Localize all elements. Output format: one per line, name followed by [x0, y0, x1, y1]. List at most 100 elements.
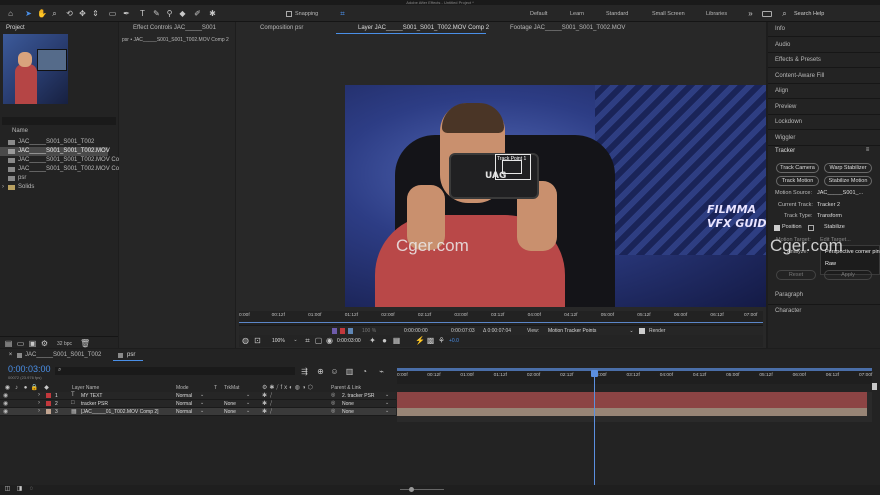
chevron-down-icon[interactable]: ⌄: [246, 400, 250, 406]
grid-icon[interactable]: ⌗: [303, 336, 312, 345]
name-column-header[interactable]: Name: [12, 128, 28, 134]
position-checkbox[interactable]: [774, 225, 780, 231]
motion-source-dropdown[interactable]: JAC_____S001_...: [817, 189, 863, 198]
reset-button[interactable]: Reset: [776, 270, 816, 280]
right-panel-item[interactable]: Effects & Presets: [775, 57, 821, 63]
effect-controls-tab[interactable]: Effect Controls JAC_____S001: [133, 25, 216, 31]
tab-footage[interactable]: Footage JAC_____S001_S001_T002.MOV: [510, 25, 625, 31]
new-composition-icon[interactable]: ▣: [28, 339, 37, 348]
layer-switches[interactable]: ✱⧸: [262, 400, 275, 408]
option-raw[interactable]: Raw: [825, 260, 836, 269]
always-preview-icon[interactable]: ◍: [241, 336, 250, 345]
layer-bar-my-text[interactable]: [397, 392, 867, 400]
workspace-standard[interactable]: Standard: [606, 11, 628, 17]
tab-composition-psr[interactable]: Composition psr: [260, 25, 303, 31]
layer-mode[interactable]: Normal: [176, 393, 192, 399]
paragraph-panel[interactable]: Paragraph: [775, 292, 803, 298]
list-item[interactable]: psr: [0, 174, 118, 183]
workspace-default[interactable]: Default: [530, 11, 547, 17]
layer-switches[interactable]: ✱⧸: [262, 408, 275, 416]
mask-icon[interactable]: ▢: [314, 336, 323, 345]
selection-tool-icon[interactable]: ➤: [24, 9, 33, 18]
delete-icon[interactable]: 🗑: [80, 339, 90, 348]
zoom-slider[interactable]: [400, 489, 444, 490]
orbit-camera-icon[interactable]: ⟲: [65, 9, 74, 18]
color-swatch-icon[interactable]: [340, 328, 345, 334]
track-type-dropdown[interactable]: Transform: [817, 212, 842, 221]
tab-comp-psr[interactable]: psr: [127, 352, 135, 358]
pen-tool-icon[interactable]: ✒: [122, 9, 131, 18]
exposure-value[interactable]: +0.0: [449, 338, 459, 344]
in-time[interactable]: 0:00:00:00: [404, 328, 428, 334]
color-swatch-icon[interactable]: [348, 328, 353, 334]
hand-tool-icon[interactable]: ✋: [37, 9, 47, 18]
interpret-footage-icon[interactable]: ▤: [4, 339, 13, 348]
list-item[interactable]: JAC_____S001_S001_T002.MOV: [0, 147, 110, 156]
right-panel-item[interactable]: Lockdown: [775, 119, 802, 125]
region-icon[interactable]: ⊡: [253, 336, 262, 345]
brush-tool-icon[interactable]: ✎: [152, 9, 161, 18]
timeline-ruler[interactable]: 0:00f 00:12f 01:00f 01:12f 02:00f 02:12f 03:00…: [397, 368, 872, 384]
rectangle-tool-icon[interactable]: ▭: [108, 9, 117, 18]
track-motion-button[interactable]: Track Motion: [776, 176, 819, 186]
current-track-dropdown[interactable]: Tracker 2: [817, 201, 840, 210]
eye-icon[interactable]: ◉: [3, 392, 8, 399]
layer-switches[interactable]: ✱⧸: [262, 392, 275, 400]
chevron-down-icon[interactable]: ⌄: [246, 408, 250, 414]
clone-stamp-icon[interactable]: ⚲: [165, 9, 174, 18]
label-color-swatch[interactable]: [46, 393, 51, 398]
expand-modes-icon[interactable]: ◨: [15, 485, 24, 494]
search-icon[interactable]: ⌕: [780, 9, 789, 18]
project-tab[interactable]: Project: [6, 25, 25, 31]
chevron-down-icon[interactable]: ⌄: [200, 392, 204, 398]
right-panel-item[interactable]: Wiggler: [775, 135, 795, 141]
workspace-small-screen[interactable]: Small Screen: [652, 11, 685, 17]
eye-icon[interactable]: ◉: [3, 408, 8, 415]
channel-icon[interactable]: ▦: [392, 336, 401, 345]
color-swatch-icon[interactable]: [332, 328, 337, 334]
list-item[interactable]: JAC_____S001_S001_T002: [0, 138, 118, 147]
workspace-overflow-icon[interactable]: »: [746, 9, 755, 18]
playhead[interactable]: [594, 373, 596, 489]
chevron-down-icon[interactable]: ⌄: [200, 408, 204, 414]
table-row[interactable]: ◉ › 3 [JAC_____01_T002.MOV Comp 2] Normal Non…: [0, 408, 396, 416]
puppet-tool-icon[interactable]: ✱: [208, 9, 217, 18]
label-color-swatch[interactable]: [46, 409, 51, 414]
parent-pickwhip-icon[interactable]: ◎: [331, 400, 335, 406]
right-panel-item[interactable]: Content-Aware Fill: [775, 73, 824, 79]
new-folder-icon[interactable]: ▭: [16, 339, 25, 348]
tab-comp-jac[interactable]: JAC_____S001_S001_T002: [25, 352, 101, 358]
chevron-down-icon[interactable]: ⌄: [200, 400, 204, 406]
motion-blur-icon[interactable]: ◔: [360, 367, 369, 376]
pan-camera-icon[interactable]: ✥: [78, 9, 87, 18]
layer-parent[interactable]: None: [342, 409, 354, 415]
tab-layer-comp[interactable]: Layer JAC_____S001_S001_T002.MOV Comp 2: [358, 25, 489, 31]
apply-button[interactable]: Apply: [824, 270, 872, 280]
expand-icon[interactable]: ›: [38, 400, 40, 406]
table-row[interactable]: ◉ › 1 MY TEXT Normal 2. tracker PSR T ⌄ ⌄ ◎ ⌄ ✱⧸: [0, 392, 396, 400]
timeline-timecode[interactable]: 0:00:03:00: [8, 364, 51, 374]
workspace-learn[interactable]: Learn: [570, 11, 584, 17]
search-help-input[interactable]: Search Help: [794, 11, 824, 17]
zoom-dropdown[interactable]: 100%: [272, 338, 285, 344]
layer-mode[interactable]: Normal: [176, 409, 192, 415]
share-icon[interactable]: [762, 11, 772, 17]
layer-parent[interactable]: None: [342, 401, 354, 407]
chevron-down-icon[interactable]: ⌄: [385, 408, 389, 414]
timeline-search-input[interactable]: ⌕: [55, 367, 295, 375]
camera-icon[interactable]: ◉: [325, 336, 334, 345]
chevron-down-icon[interactable]: ⌄: [246, 392, 250, 398]
layer-mode[interactable]: Normal: [176, 401, 192, 407]
chevron-down-icon[interactable]: ⌄: [385, 400, 389, 406]
expand-icon[interactable]: ›: [38, 392, 40, 398]
right-panel-item[interactable]: Info: [775, 26, 785, 32]
comp-mini-flowchart-icon[interactable]: ⇶: [300, 367, 309, 376]
list-item[interactable]: › Solids: [0, 183, 118, 192]
layer-name-header[interactable]: Layer Name: [72, 385, 99, 391]
layer-bar-tracker-psr[interactable]: [397, 400, 867, 408]
right-panel-item[interactable]: Preview: [775, 104, 796, 110]
roto-brush-icon[interactable]: ✐: [193, 9, 202, 18]
stabilize-motion-button[interactable]: Stabilize Motion: [824, 176, 872, 186]
dolly-camera-icon[interactable]: ⇕: [91, 9, 100, 18]
home-icon[interactable]: ⌂: [6, 9, 15, 18]
